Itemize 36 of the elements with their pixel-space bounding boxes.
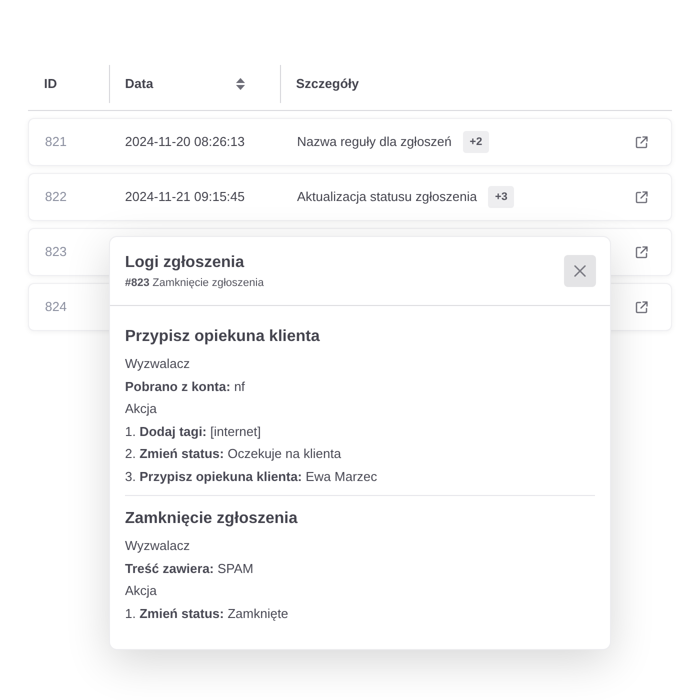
external-link-icon[interactable] (635, 300, 648, 314)
close-icon (574, 265, 586, 277)
trigger-label: Wyzwalacz (125, 537, 191, 555)
dialog-title: Logi zgłoszenia (125, 253, 246, 273)
id-cell-text: 822 (44, 188, 68, 206)
action-item: 1. Zmień status: Zamknięte (125, 604, 290, 623)
column-header: Data (125, 75, 154, 94)
section-title: Przypisz opiekuna klienta (125, 327, 321, 347)
external-link-icon[interactable] (635, 136, 648, 148)
count-badge: +2 (462, 130, 490, 154)
table-row[interactable]: 821 2024-11-20 08:26:13 Nazwa reguły dla zgłoszeń +2 (28, 118, 672, 166)
details-cell-text: Nazwa reguły dla zgłoszeń (297, 133, 452, 152)
action-label: Akcja (125, 582, 158, 600)
details-cell-text: Aktualizacja statusu zgłoszenia (297, 188, 477, 206)
external-link-icon[interactable] (635, 190, 648, 204)
date-cell: 2024-11-20 08:26:13 (125, 134, 245, 149)
sort-icon[interactable] (236, 78, 245, 90)
condition-text: Pobrano z konta: nf (125, 378, 246, 396)
close-button[interactable] (564, 255, 596, 287)
table-row[interactable]: 822 2024-11-21 09:15:45 Aktualizacja statusu zgłoszenia +3 (28, 173, 672, 221)
id-cell-text: 824 (44, 298, 68, 316)
action-item: 1. Dodaj tagi: [internet] (125, 422, 262, 441)
column-header: ID (44, 75, 57, 94)
date-cell: 2024-11-21 09:15:45 (125, 189, 245, 204)
trigger-label: Wyzwalacz (125, 355, 191, 373)
id-cell-text: 823 (44, 243, 68, 262)
count-badge: +3 (488, 186, 514, 208)
action-item: 2. Zmień status: Oczekuje na klienta (125, 445, 342, 463)
condition-text: Treść zawiera: SPAM (125, 560, 254, 578)
dialog-subtitle: #823 Zamknięcie zgłoszenia (125, 276, 264, 291)
action-item: 3. Przypisz opiekuna klienta: Ewa Marzec (125, 468, 378, 486)
external-link-icon[interactable] (635, 246, 648, 258)
id-cell-text: 821 (44, 133, 68, 152)
action-label: Akcja (125, 400, 158, 418)
section-title: Zamknięcie zgłoszenia (125, 509, 299, 529)
column-header: Szczegóły (296, 75, 359, 94)
